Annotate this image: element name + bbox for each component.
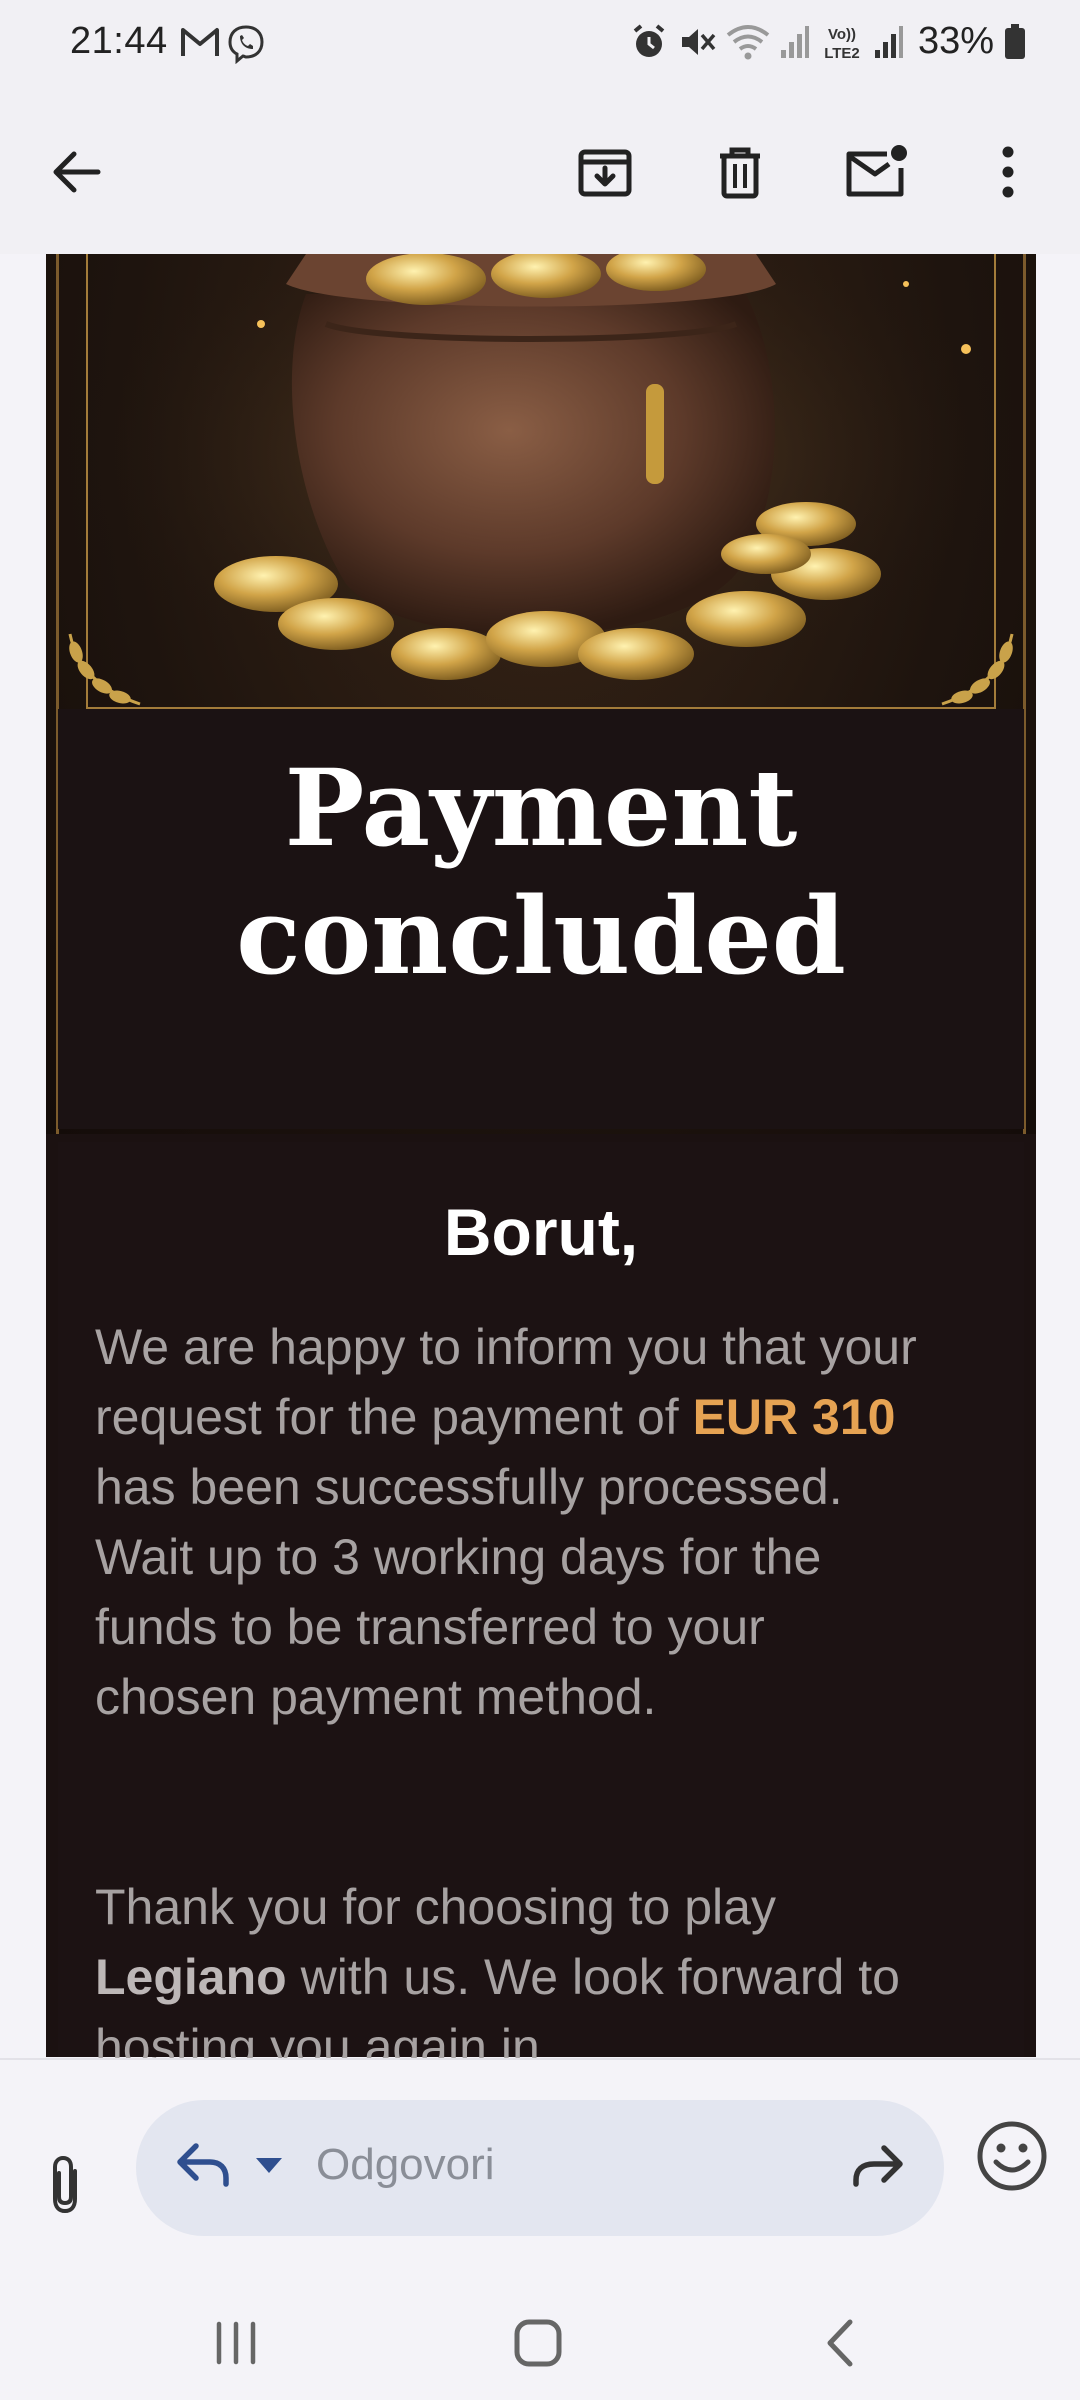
reply-input[interactable]: Odgovori	[136, 2100, 944, 2236]
volte-icon: Vo)) LTE2	[824, 26, 860, 62]
email-headline: Payment concluded	[46, 744, 1036, 1000]
delete-icon	[720, 147, 760, 199]
home-button[interactable]	[498, 2308, 578, 2378]
headline-line1: Payment	[284, 745, 798, 870]
back-nav-button[interactable]	[800, 2308, 880, 2378]
signal-icon	[780, 25, 809, 58]
delete-button[interactable]	[698, 130, 782, 214]
status-left-icons	[180, 24, 266, 64]
system-nav-bar	[0, 2278, 1080, 2400]
svg-text:Vo)): Vo))	[828, 26, 856, 43]
reply-dropdown-icon[interactable]	[254, 2156, 284, 2176]
email-toolbar	[0, 90, 1080, 254]
recents-button[interactable]	[196, 2308, 276, 2378]
laurel-left-icon	[68, 633, 141, 706]
greeting: Borut,	[443, 1195, 639, 1269]
email-body: Payment concluded Borut,	[46, 254, 1036, 2057]
message-paragraph-2: Thank you for choosing to play Legiano w…	[95, 1872, 925, 2058]
gmail-icon	[181, 28, 219, 56]
signal-icon	[874, 25, 903, 58]
emoji-icon[interactable]	[974, 2118, 1050, 2194]
status-right-icons: Vo)) LTE2 33%	[630, 20, 1026, 63]
mark-unread-button[interactable]	[834, 130, 918, 214]
svg-text:LTE2: LTE2	[824, 45, 860, 62]
p2-text-start: Thank you for choosing to play	[95, 1879, 776, 1935]
laurel-right-icon	[941, 633, 1014, 706]
battery-icon	[1005, 23, 1025, 59]
payment-amount: EUR 310	[692, 1389, 896, 1445]
attach-button[interactable]	[30, 2140, 100, 2230]
home-icon	[514, 2319, 562, 2367]
reply-placeholder: Odgovori	[316, 2140, 495, 2189]
mark-unread-icon	[846, 145, 907, 197]
archive-button[interactable]	[563, 130, 647, 214]
attachment-icon	[53, 2155, 77, 2214]
viber-icon	[228, 25, 264, 64]
message-paragraph-1: We are happy to inform you that your req…	[95, 1312, 925, 1732]
brand-name: Legiano	[95, 1949, 287, 2005]
back-chevron-icon	[827, 2319, 853, 2367]
reply-icon[interactable]	[172, 2134, 232, 2194]
reply-bar: Odgovori	[0, 2058, 1080, 2278]
alarm-icon	[633, 23, 665, 57]
headline-line2: concluded	[236, 873, 846, 998]
hero-inner-frame	[86, 254, 996, 709]
recents-icon	[216, 2321, 256, 2365]
mute-icon	[681, 28, 716, 55]
back-arrow-icon	[53, 151, 101, 193]
p1-text-end: has been successfully processed. Wait up…	[95, 1459, 843, 1725]
forward-icon[interactable]	[848, 2134, 908, 2194]
archive-icon	[578, 149, 632, 197]
more-options-button[interactable]	[966, 130, 1050, 214]
status-time: 21:44	[70, 20, 168, 62]
battery-percent: 33%	[917, 20, 994, 62]
more-vert-icon	[1002, 146, 1014, 198]
status-bar: 21:44 Vo)) LTE2 33%	[0, 0, 1080, 90]
back-button[interactable]	[34, 130, 118, 214]
wifi-icon	[726, 24, 770, 59]
